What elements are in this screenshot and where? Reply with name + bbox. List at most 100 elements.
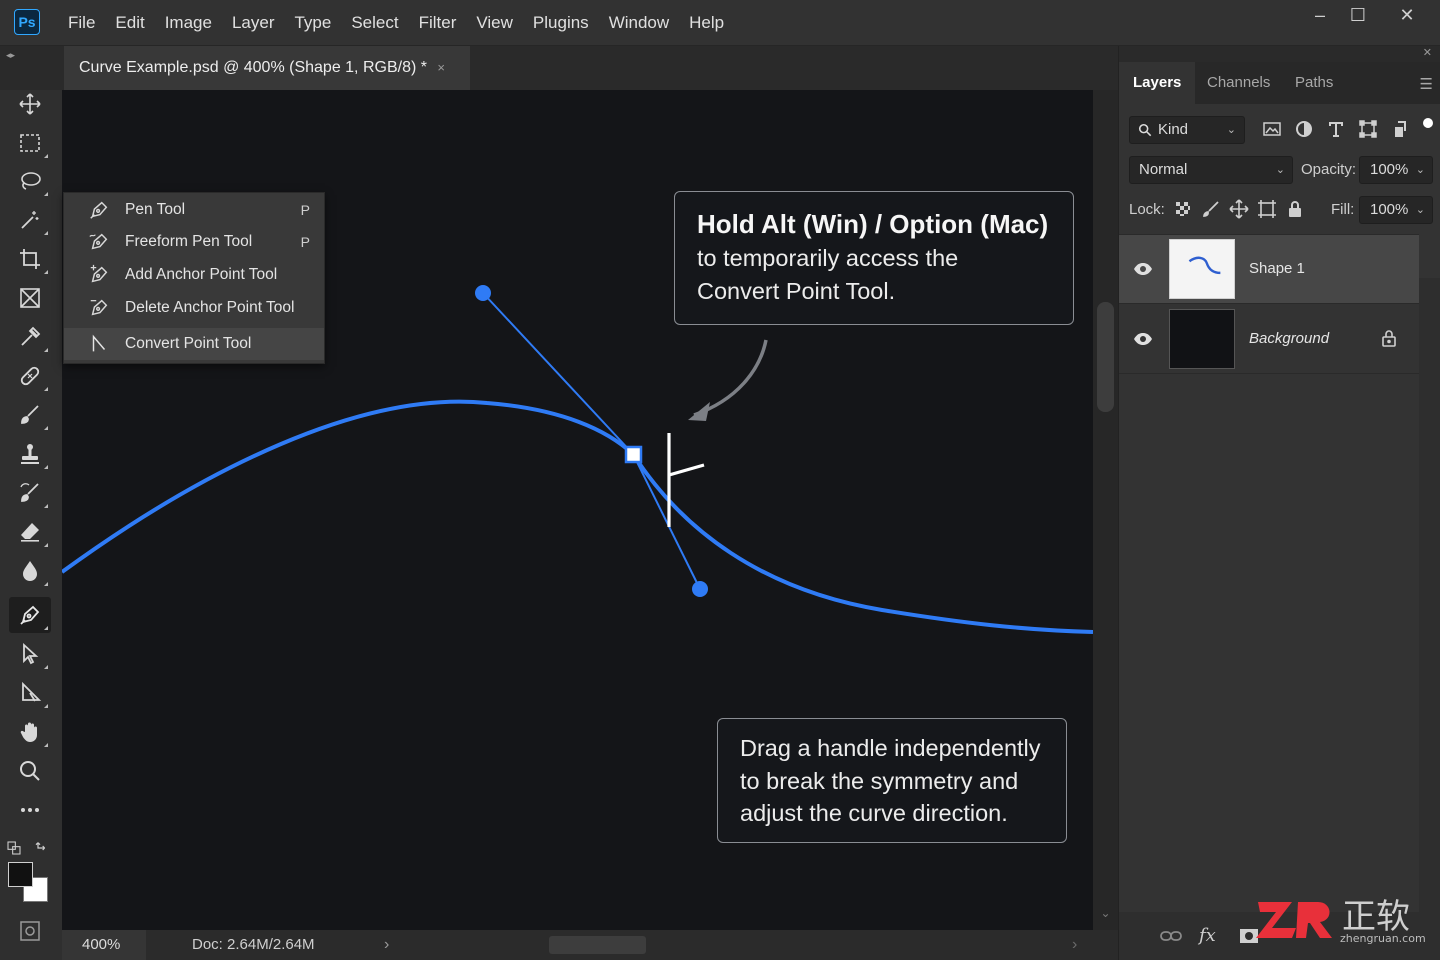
menu-plugins[interactable]: Plugins: [523, 0, 599, 46]
flyout-label: Freeform Pen Tool: [125, 233, 253, 250]
filter-kind-select[interactable]: Kind ⌄: [1129, 116, 1245, 144]
direction-handle-lower[interactable]: [692, 581, 708, 597]
swap-colors-icon[interactable]: [30, 830, 54, 866]
adjustment-layer-filter-icon[interactable]: [1293, 118, 1315, 140]
frame-tool-icon[interactable]: [9, 280, 51, 316]
chevron-down-icon: ⌄: [1415, 164, 1425, 176]
lasso-tool-icon[interactable]: [9, 163, 51, 199]
menu-window[interactable]: Window: [599, 0, 679, 46]
tools-panel: [0, 90, 62, 960]
canvas-scroll-thumb[interactable]: [1097, 302, 1114, 412]
opacity-label: Opacity:: [1301, 161, 1357, 178]
callout-drag-hint: Drag a handle independently to break the…: [717, 718, 1067, 843]
anchor-point[interactable]: [624, 445, 643, 464]
filter-toggle-icon[interactable]: [1423, 118, 1433, 128]
blur-tool-icon[interactable]: [9, 553, 51, 589]
layer-name: Background: [1249, 330, 1330, 347]
menu-file[interactable]: File: [58, 0, 105, 46]
flyout-item-delete-anchor-point-tool[interactable]: Delete Anchor Point Tool: [64, 292, 324, 324]
opacity-input[interactable]: 100% ⌄: [1359, 156, 1433, 184]
crop-tool-icon[interactable]: [9, 241, 51, 277]
freeform-pen-icon: [89, 233, 108, 250]
zhengruan-watermark-logo: 正软 zhengruan.com: [1256, 897, 1426, 945]
lock-all-icon[interactable]: [1285, 199, 1305, 219]
status-menu-arrow-icon[interactable]: ›: [384, 930, 389, 960]
canvas-horizontal-scroll-thumb[interactable]: [549, 936, 646, 954]
marquee-tool-icon[interactable]: [9, 125, 51, 161]
document-tab-title: Curve Example.psd @ 400% (Shape 1, RGB/8…: [79, 59, 427, 76]
flyout-item-convert-point-tool[interactable]: Convert Point Tool: [64, 328, 324, 360]
canvas-vertical-scrollbar[interactable]: ⌄: [1093, 90, 1118, 930]
close-window-button[interactable]: ✕: [1384, 0, 1430, 30]
opacity-value: 100%: [1370, 161, 1409, 178]
path-selection-tool-icon[interactable]: [9, 636, 51, 672]
foreground-color-swatch[interactable]: [8, 862, 33, 887]
menu-view[interactable]: View: [466, 0, 523, 46]
callout-arrowhead: [688, 402, 710, 421]
lock-artboard-icon[interactable]: [1257, 199, 1277, 219]
visibility-eye-icon[interactable]: [1133, 259, 1153, 279]
maximize-button[interactable]: ☐: [1335, 0, 1381, 30]
lock-position-icon[interactable]: [1229, 199, 1249, 219]
zoom-level[interactable]: 400%: [62, 930, 146, 960]
move-tool-icon[interactable]: [9, 86, 51, 122]
layer-lock-icon[interactable]: [1381, 329, 1397, 347]
scroll-right-icon[interactable]: ›: [1072, 930, 1077, 960]
tab-paths[interactable]: Paths: [1295, 62, 1333, 104]
scroll-down-icon[interactable]: ⌄: [1093, 906, 1118, 920]
chevron-down-icon: ⌄: [1275, 164, 1285, 176]
smart-object-filter-icon[interactable]: [1389, 118, 1411, 140]
panel-dock-header: ✕: [1119, 46, 1440, 62]
link-layers-icon[interactable]: [1159, 924, 1183, 948]
flyout-item-freeform-pen-tool[interactable]: Freeform Pen Tool P: [64, 226, 324, 258]
pen-tool-icon[interactable]: [9, 597, 51, 633]
menu-edit[interactable]: Edit: [105, 0, 154, 46]
menu-bar: Ps File Edit Image Layer Type Select Fil…: [0, 0, 1440, 46]
visibility-eye-icon[interactable]: [1133, 329, 1153, 349]
hand-tool-icon[interactable]: [9, 714, 51, 750]
tab-channels[interactable]: Channels: [1207, 62, 1270, 104]
menu-filter[interactable]: Filter: [409, 0, 467, 46]
menu-select[interactable]: Select: [341, 0, 408, 46]
eyedropper-tool-icon[interactable]: [9, 319, 51, 355]
close-document-icon[interactable]: ×: [437, 60, 445, 75]
panel-menu-icon[interactable]: ☰: [1420, 75, 1433, 93]
magic-wand-tool-icon[interactable]: [9, 202, 51, 238]
lock-transparent-pixels-icon[interactable]: [1173, 199, 1193, 219]
layer-effects-icon[interactable]: fx: [1199, 924, 1223, 948]
brush-tool-icon[interactable]: [9, 397, 51, 433]
pen-tool-flyout: Pen Tool P Freeform Pen Tool P Add Ancho…: [63, 192, 325, 364]
clone-stamp-tool-icon[interactable]: [9, 436, 51, 472]
layer-row-shape-1[interactable]: Shape 1: [1119, 235, 1419, 303]
flyout-item-add-anchor-point-tool[interactable]: Add Anchor Point Tool: [64, 259, 324, 291]
pixel-layer-filter-icon[interactable]: [1261, 118, 1283, 140]
history-brush-tool-icon[interactable]: [9, 475, 51, 511]
menu-help[interactable]: Help: [679, 0, 734, 46]
more-tools-icon[interactable]: [9, 792, 51, 828]
tab-layers[interactable]: Layers: [1119, 62, 1196, 104]
collapse-panels-icon[interactable]: ✕: [1423, 46, 1432, 59]
quick-mask-icon[interactable]: [9, 913, 51, 949]
fill-input[interactable]: 100% ⌄: [1359, 196, 1433, 224]
lock-image-pixels-icon[interactable]: [1201, 199, 1221, 219]
healing-brush-tool-icon[interactable]: [9, 358, 51, 394]
layers-panel: ✕ Layers Channels Paths ☰ Kind ⌄ Normal …: [1118, 46, 1440, 960]
bezier-curve-path[interactable]: [62, 399, 1093, 634]
shape-layer-filter-icon[interactable]: [1357, 118, 1379, 140]
direct-selection-tool-icon[interactable]: [9, 675, 51, 711]
menu-image[interactable]: Image: [155, 0, 222, 46]
type-layer-filter-icon[interactable]: [1325, 118, 1347, 140]
default-colors-icon[interactable]: [2, 830, 26, 866]
document-tab[interactable]: Curve Example.psd @ 400% (Shape 1, RGB/8…: [64, 46, 470, 90]
eraser-tool-icon[interactable]: [9, 514, 51, 550]
layer-row-background[interactable]: Background: [1119, 305, 1419, 373]
blend-mode-select[interactable]: Normal ⌄: [1129, 156, 1293, 184]
direction-handle-upper[interactable]: [475, 285, 491, 301]
menu-layer[interactable]: Layer: [222, 0, 285, 46]
flyout-item-pen-tool[interactable]: Pen Tool P: [64, 194, 324, 226]
zoom-tool-icon[interactable]: [9, 753, 51, 789]
menu-type[interactable]: Type: [284, 0, 341, 46]
convert-point-cursor-icon: [667, 433, 705, 527]
collapse-toolbar-icon[interactable]: ◂▸: [6, 50, 15, 61]
layers-scrollbar[interactable]: [1419, 278, 1440, 960]
